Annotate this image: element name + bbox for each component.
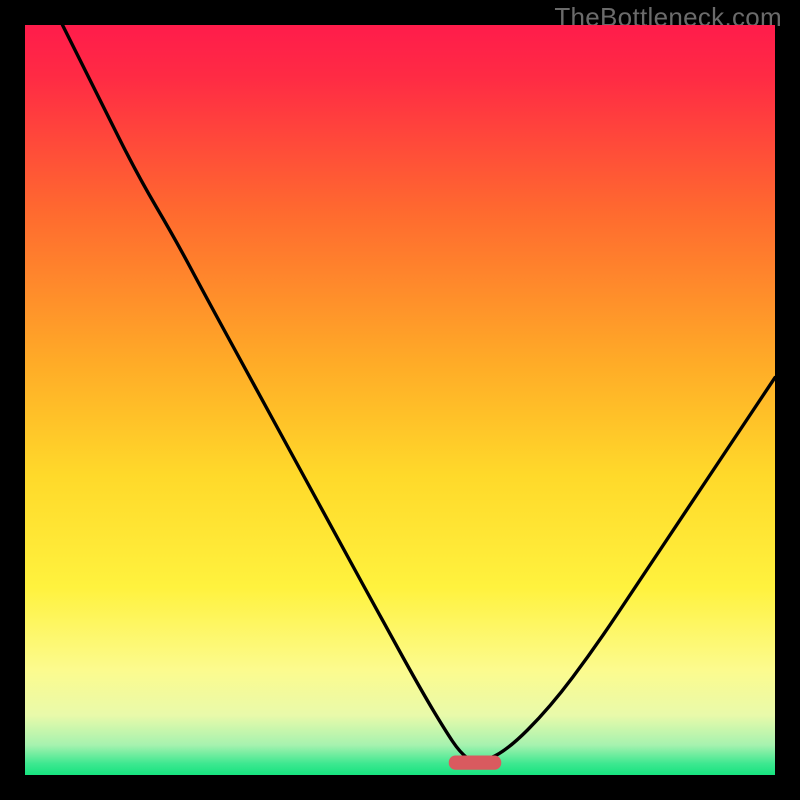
chart-frame: TheBottleneck.com (0, 0, 800, 800)
gradient-background (25, 25, 775, 775)
bottleneck-chart (25, 25, 775, 775)
optimal-range-marker (449, 756, 502, 770)
